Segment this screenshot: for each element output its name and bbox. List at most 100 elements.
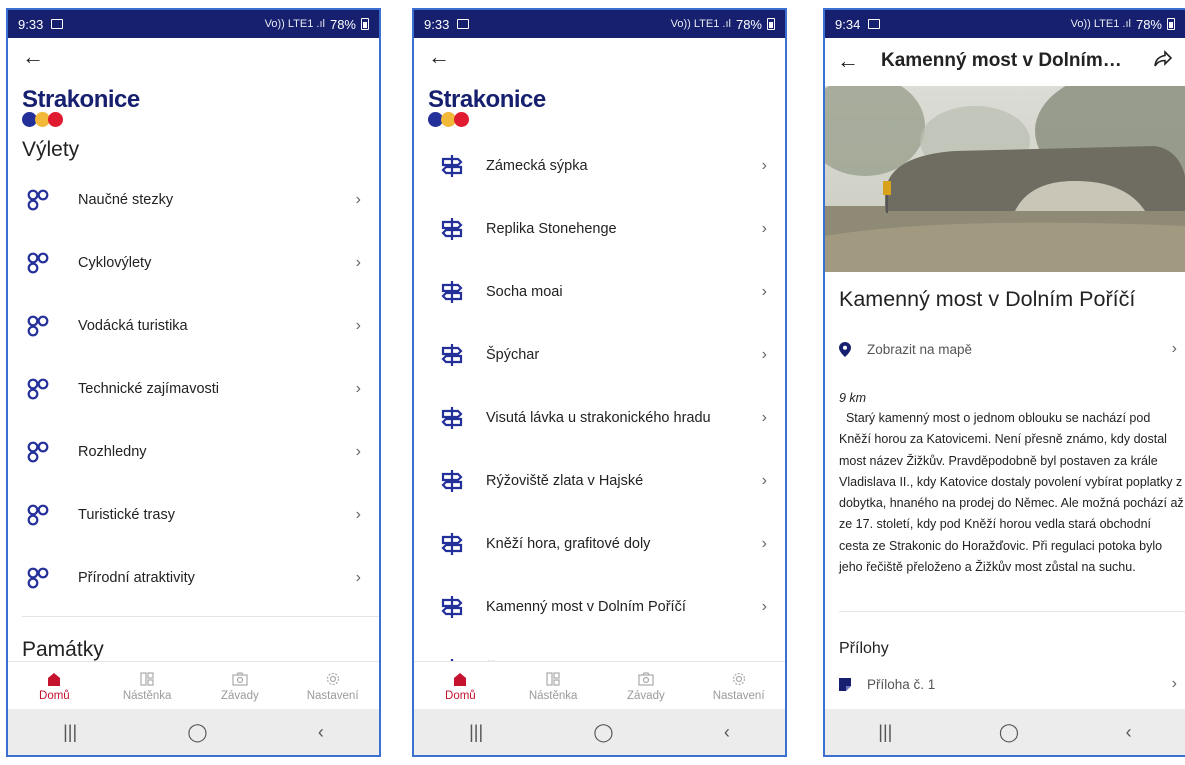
strakonice-logo: Strakonice — [22, 86, 140, 127]
list-item[interactable]: Socha moai › — [414, 260, 785, 323]
nav-board[interactable]: Nástěnka — [101, 662, 194, 709]
nav-faults[interactable]: Závady — [600, 662, 693, 709]
recents-icon[interactable]: ||| — [469, 722, 483, 743]
home-icon — [452, 670, 468, 688]
chevron-right-icon: › — [761, 156, 767, 174]
list-item[interactable]: Kněží hora, grafitové doly › — [414, 512, 785, 575]
battery-icon — [1167, 18, 1175, 30]
back-chevron-icon[interactable]: ‹ — [724, 722, 730, 743]
logo-text: Strakonice — [428, 86, 546, 113]
chevron-right-icon: › — [355, 505, 361, 523]
list-item[interactable]: Špýchar › — [414, 323, 785, 386]
phone-screen-sights: 9:33 Vo)) LTE1 .ıl 78% ← Strakonice Záme… — [412, 8, 787, 757]
back-chevron-icon[interactable]: ‹ — [318, 722, 324, 743]
chevron-right-icon: › — [761, 534, 767, 552]
chevron-right-icon: › — [355, 253, 361, 271]
description-body: Starý kamenný most o jednom oblouku se n… — [839, 411, 1184, 575]
home-circle-icon[interactable]: ◯ — [187, 722, 207, 743]
list-item[interactable]: Visutá lávka u strakonického hradu › — [414, 386, 785, 449]
share-icon[interactable] — [1153, 49, 1173, 73]
chevron-right-icon: › — [761, 597, 767, 615]
list-item[interactable]: Kamenný most v Dolním Poříčí › — [414, 575, 785, 638]
dashboard-icon — [545, 670, 561, 688]
status-bar: 9:33 Vo)) LTE1 .ıl 78% — [414, 10, 785, 38]
section-title-monuments: Památky — [22, 638, 104, 661]
image-notification-icon — [868, 19, 881, 29]
logo-text: Strakonice — [22, 86, 140, 113]
list-item[interactable]: Technické zajímavosti › — [8, 357, 379, 420]
image-notification-icon — [51, 19, 64, 29]
strakonice-logo: Strakonice — [428, 86, 546, 127]
image-notification-icon — [457, 19, 470, 29]
show-on-map-row[interactable]: Zobrazit na mapě › — [839, 334, 1177, 364]
list-item[interactable]: Cyklovýlety › — [8, 231, 379, 294]
loops-icon — [26, 188, 50, 212]
signpost-icon — [440, 595, 464, 619]
loops-icon — [26, 377, 50, 401]
battery-icon — [767, 18, 775, 30]
battery-percent: 78% — [329, 16, 356, 32]
signpost-icon — [440, 217, 464, 241]
loops-icon — [26, 251, 50, 275]
list-item-label: Rozhledny — [78, 443, 147, 460]
system-nav-bar: ||| ◯ ‹ — [414, 709, 785, 755]
nav-board[interactable]: Nástěnka — [507, 662, 600, 709]
section-title-trips: Výlety — [22, 138, 80, 161]
nav-settings[interactable]: Nastavení — [692, 662, 785, 709]
loops-icon — [26, 440, 50, 464]
chevron-right-icon: › — [1171, 340, 1177, 357]
attachment-row[interactable]: Příloha č. 1 › — [839, 665, 1177, 703]
list-item[interactable]: Turistické trasy › — [8, 483, 379, 546]
list-item[interactable]: Vodácká turistika › — [8, 294, 379, 357]
nav-home[interactable]: Domů — [414, 662, 507, 709]
chevron-right-icon: › — [1171, 675, 1177, 692]
gear-icon — [731, 670, 747, 688]
status-time: 9:33 — [18, 16, 44, 32]
list-item[interactable]: Zámecká sýpka › — [414, 134, 785, 197]
back-arrow-icon[interactable]: ← — [22, 46, 44, 68]
list-item[interactable]: Přírodní atraktivity › — [8, 546, 379, 609]
list-item[interactable]: Rozhledny › — [8, 420, 379, 483]
gear-icon — [325, 670, 341, 688]
status-time: 9:33 — [424, 16, 450, 32]
list-item-label: Visutá lávka u strakonického hradu — [486, 409, 711, 426]
list-item-label: Špýchar — [486, 346, 540, 363]
home-circle-icon[interactable]: ◯ — [593, 722, 613, 743]
nav-settings[interactable]: Nastavení — [286, 662, 379, 709]
recents-icon[interactable]: ||| — [878, 722, 892, 743]
chevron-right-icon: › — [761, 345, 767, 363]
back-arrow-icon[interactable]: ← — [428, 46, 450, 68]
recents-icon[interactable]: ||| — [63, 722, 77, 743]
back-arrow-icon[interactable]: ← — [837, 48, 859, 74]
signpost-icon — [440, 343, 464, 367]
list-item-label: Replika Stonehenge — [486, 220, 617, 237]
back-chevron-icon[interactable]: ‹ — [1126, 722, 1132, 743]
nav-board-label: Nástěnka — [122, 689, 172, 702]
battery-percent: 78% — [735, 16, 762, 32]
nav-home[interactable]: Domů — [8, 662, 101, 709]
camera-icon — [231, 670, 249, 688]
loops-icon — [26, 503, 50, 527]
bridge-photo — [825, 86, 1185, 272]
list-item[interactable]: Rýžoviště zlata v Hajské › — [414, 449, 785, 512]
bottom-navigation: Domů Nástěnka Závady Nastavení — [414, 661, 785, 709]
list-item-label: Kněží hora, grafitové doly — [486, 535, 651, 552]
status-bar: 9:34 Vo)) LTE1 .ıl 78% — [825, 10, 1185, 38]
description-text: Starý kamenný most o jednom oblouku se n… — [839, 408, 1184, 578]
list-item[interactable]: Naučné stezky › — [8, 168, 379, 231]
signpost-icon — [440, 469, 464, 493]
trips-list: Naučné stezky › Cyklovýlety › Vodácká turist… — [8, 168, 379, 609]
document-icon — [839, 677, 851, 691]
nav-faults[interactable]: Závady — [194, 662, 287, 709]
signal-icon: Vo)) LTE1 .ıl — [1070, 18, 1131, 30]
distance-text: 9 km — [839, 391, 867, 405]
nav-board-label: Nástěnka — [528, 689, 578, 702]
home-circle-icon[interactable]: ◯ — [999, 722, 1019, 743]
list-item-label: Cyklovýlety — [78, 254, 152, 271]
chevron-right-icon: › — [355, 316, 361, 334]
divider — [22, 616, 379, 617]
signpost-icon — [440, 154, 464, 178]
list-item-label: Zámecká sýpka — [486, 157, 588, 174]
list-item[interactable]: Replika Stonehenge › — [414, 197, 785, 260]
chevron-right-icon: › — [355, 568, 361, 586]
